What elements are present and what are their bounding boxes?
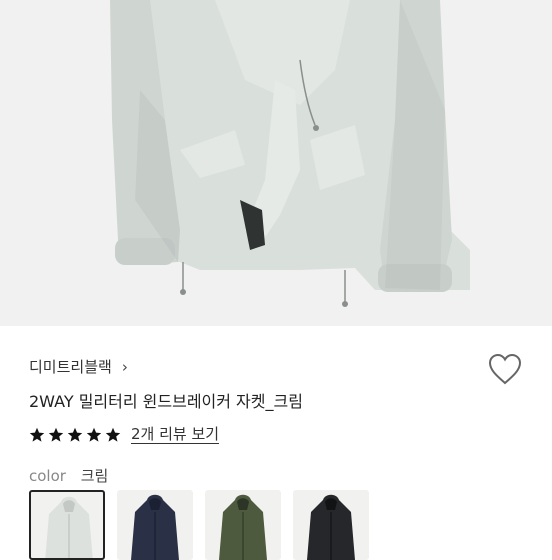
color-value: 크림 [80,467,109,485]
star-rating [29,427,124,443]
swatch-navy[interactable] [117,490,193,560]
color-row: color 크림 [29,465,108,486]
heart-icon [488,353,522,385]
jacket-thumbnail-cream-icon [45,496,93,558]
color-swatches [29,490,381,560]
star-icon [86,427,102,442]
rating-row: 2개 리뷰 보기 [29,426,220,444]
star-icon [29,427,45,442]
review-link[interactable]: 2개 리뷰 보기 [131,426,220,444]
product-image [0,0,552,326]
jacket-thumbnail-navy-icon [131,494,179,560]
color-label: color [29,467,66,485]
star-icon [67,427,83,442]
star-icon [48,427,64,442]
wishlist-button[interactable] [487,352,523,386]
chevron-right-icon: › [121,357,128,376]
jacket-thumbnail-black-icon [307,494,355,560]
brand-name: 디미트리블랙 [29,358,112,376]
swatch-cream[interactable] [29,490,105,560]
swatch-black[interactable] [293,490,369,560]
swatch-khaki[interactable] [205,490,281,560]
brand-link[interactable]: 디미트리블랙 › [29,356,128,377]
jacket-photo-icon [110,0,470,307]
product-title: 2WAY 밀리터리 윈드브레이커 자켓_크림 [29,392,303,411]
star-icon [105,427,121,442]
jacket-thumbnail-khaki-icon [219,494,267,560]
